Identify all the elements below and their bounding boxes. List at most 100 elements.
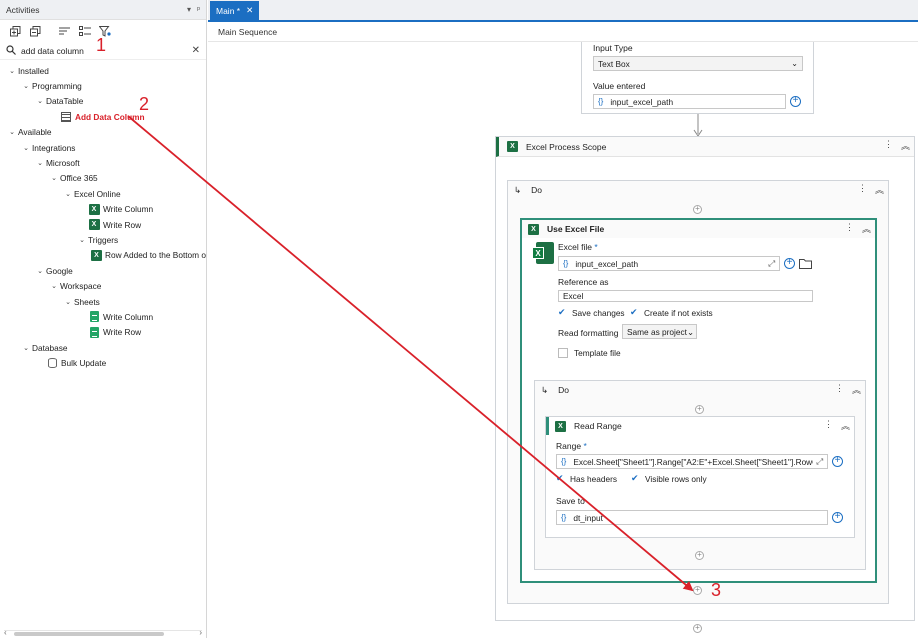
input-dialog-card[interactable]: Input Type Text Box ⌄ Value entered {} i… <box>581 42 814 114</box>
chevron-down-icon[interactable]: ⌄ <box>62 190 74 198</box>
expand-editor-icon[interactable]: ⤢ <box>816 456 823 467</box>
tree-item[interactable]: X Write Row <box>0 217 206 232</box>
use-excel-file-card[interactable]: X Use Excel File ⋮ ︽ X Excel file * {} in… <box>520 218 877 583</box>
search-input[interactable]: add data column <box>21 46 84 56</box>
add-variable-icon[interactable]: + <box>832 456 843 467</box>
chevron-down-icon[interactable]: ⌄ <box>20 144 32 152</box>
value-entered-label: Value entered <box>593 81 646 91</box>
tree-item[interactable]: ⌄ Integrations <box>0 140 206 155</box>
tree-item[interactable]: ⌄ Database <box>0 340 206 355</box>
tree-item[interactable]: Write Column <box>0 309 206 324</box>
sort-icon[interactable] <box>58 24 72 38</box>
more-options-icon[interactable]: ⋮ <box>845 222 854 235</box>
tree-item[interactable]: ⌄ Programming <box>0 78 206 93</box>
chevron-down-icon[interactable]: ⌄ <box>20 82 32 90</box>
tree-item[interactable]: ⌄ Sheets <box>0 294 206 309</box>
horizontal-scrollbar[interactable]: ‹ › <box>4 628 202 637</box>
visible-rows-only-checkbox[interactable]: ✔ Visible rows only <box>631 473 707 484</box>
collapse-icon[interactable]: ︽ <box>901 139 910 152</box>
tree-item[interactable]: Bulk Update <box>0 355 206 370</box>
tree-item[interactable]: Write Row <box>0 325 206 340</box>
inner-do-header: ↳ Do ⋮ ︽ <box>535 381 865 399</box>
pin-icon[interactable]: ᵖ <box>197 5 200 14</box>
tab-main[interactable]: Main * ✕ <box>210 1 260 20</box>
use-excel-file-header: X Use Excel File ⋮ ︽ <box>522 220 875 238</box>
more-options-icon[interactable]: ⋮ <box>835 383 844 396</box>
use-excel-file-title: Use Excel File <box>547 224 605 234</box>
tree-item[interactable]: X Write Column <box>0 202 206 217</box>
chevron-down-icon[interactable]: ⌄ <box>6 67 18 75</box>
expand-editor-icon[interactable]: ⤢ <box>768 258 775 269</box>
add-variable-icon[interactable]: + <box>784 258 795 269</box>
collapse-icon[interactable]: ︽ <box>862 222 871 235</box>
more-options-icon[interactable]: ⋮ <box>824 419 833 432</box>
more-options-icon[interactable]: ⋮ <box>884 139 893 152</box>
template-file-checkbox[interactable]: Template file <box>558 348 621 358</box>
reference-as-field[interactable]: Excel <box>558 290 813 302</box>
add-activity-icon[interactable]: + <box>693 205 702 214</box>
tree-item[interactable]: ⌄ Google <box>0 263 206 278</box>
read-formatting-dropdown[interactable]: Same as project ⌄ <box>622 324 697 339</box>
annotation-step-3: 3 <box>711 580 722 600</box>
expand-all-icon[interactable] <box>8 24 22 38</box>
activities-title: Activities <box>6 4 40 15</box>
scrollbar-thumb[interactable] <box>14 632 164 636</box>
has-headers-checkbox[interactable]: ✔ Has headers <box>556 473 617 484</box>
collapse-all-icon[interactable] <box>28 24 42 38</box>
tree-item[interactable]: ⌄ Workspace <box>0 278 206 293</box>
tree-item[interactable]: ⌄ Installed <box>0 63 206 78</box>
breadcrumb-item[interactable]: Main Sequence <box>218 27 277 37</box>
tree-item[interactable]: ⌄ Triggers <box>0 232 206 247</box>
chevron-down-icon[interactable]: ⌄ <box>20 344 32 352</box>
collapse-icon[interactable]: ︽ <box>852 383 861 396</box>
tree-item[interactable]: ⌄ Available <box>0 125 206 140</box>
connector-arrow <box>693 114 703 137</box>
add-variable-icon[interactable]: + <box>832 512 843 523</box>
tree-item[interactable]: ⌄ Microsoft <box>0 155 206 170</box>
scroll-left-icon[interactable]: ‹ <box>4 628 7 637</box>
tree-item[interactable]: ⌄ Excel Online <box>0 186 206 201</box>
chevron-down-icon[interactable]: ⌄ <box>34 97 46 105</box>
tree-item[interactable]: X Row Added to the Bottom o <box>0 248 206 263</box>
save-to-field[interactable]: {} dt_input <box>556 510 828 525</box>
chevron-down-icon[interactable]: ⌄ <box>48 174 60 182</box>
input-type-dropdown[interactable]: Text Box ⌄ <box>593 56 803 71</box>
tree-item[interactable]: ⌄ DataTable <box>0 94 206 109</box>
range-field[interactable]: {} Excel.Sheet["Sheet1"].Range["A2:E"+Ex… <box>556 454 828 469</box>
tree-item-label: Google <box>46 265 73 276</box>
collapse-icon[interactable]: ︽ <box>875 183 884 196</box>
excel-process-scope-card[interactable]: X Excel Process Scope ⋮ ︽ ↳ Do ⋮ ︽ + X Use… <box>495 136 915 621</box>
range-value: Excel.Sheet["Sheet1"].Range["A2:E"+Excel… <box>573 456 814 467</box>
add-activity-icon[interactable]: + <box>695 551 704 560</box>
excel-file-field[interactable]: {} input_excel_path ⤢ <box>558 256 780 271</box>
save-changes-checkbox[interactable]: ✔ Save changes <box>558 307 625 318</box>
value-entered-field[interactable]: {} input_excel_path <box>593 94 786 109</box>
add-variable-icon[interactable]: + <box>790 96 801 107</box>
tree-item-label: Row Added to the Bottom o <box>104 250 206 261</box>
document-tabbar: Main * ✕ <box>208 0 918 22</box>
collapse-icon[interactable]: ︽ <box>841 419 850 432</box>
chevron-down-icon[interactable]: ⌄ <box>48 282 60 290</box>
clear-search-icon[interactable]: ✕ <box>192 45 200 56</box>
close-tab-icon[interactable]: ✕ <box>246 5 253 16</box>
excel-file-label-text: Excel file <box>558 242 593 252</box>
tree-item[interactable]: Add Data Column <box>0 109 206 124</box>
create-if-not-exists-checkbox[interactable]: ✔ Create if not exists <box>630 307 713 318</box>
activities-tree: ⌄ Installed ⌄ Programming ⌄ DataTable Add Data… <box>0 60 206 371</box>
scroll-right-icon[interactable]: › <box>199 628 202 637</box>
tree-item[interactable]: ⌄ Office 365 <box>0 171 206 186</box>
chevron-down-icon[interactable]: ⌄ <box>34 159 46 167</box>
list-view-icon[interactable] <box>78 24 92 38</box>
read-range-card[interactable]: X Read Range ⋮ ︽ Range * {} Excel.Sheet["… <box>545 416 855 538</box>
folder-icon[interactable] <box>799 258 812 271</box>
add-activity-icon[interactable]: + <box>693 624 702 633</box>
has-headers-label: Has headers <box>570 473 618 484</box>
more-options-icon[interactable]: ⋮ <box>858 183 867 196</box>
chevron-down-icon[interactable]: ⌄ <box>6 128 18 136</box>
chevron-down-icon[interactable]: ⌄ <box>34 267 46 275</box>
panel-menu-icon[interactable]: ▾ <box>187 5 191 14</box>
chevron-down-icon[interactable]: ⌄ <box>62 298 74 306</box>
add-activity-icon[interactable]: + <box>695 405 704 414</box>
add-activity-icon[interactable]: + <box>693 586 702 595</box>
chevron-down-icon[interactable]: ⌄ <box>76 236 88 244</box>
